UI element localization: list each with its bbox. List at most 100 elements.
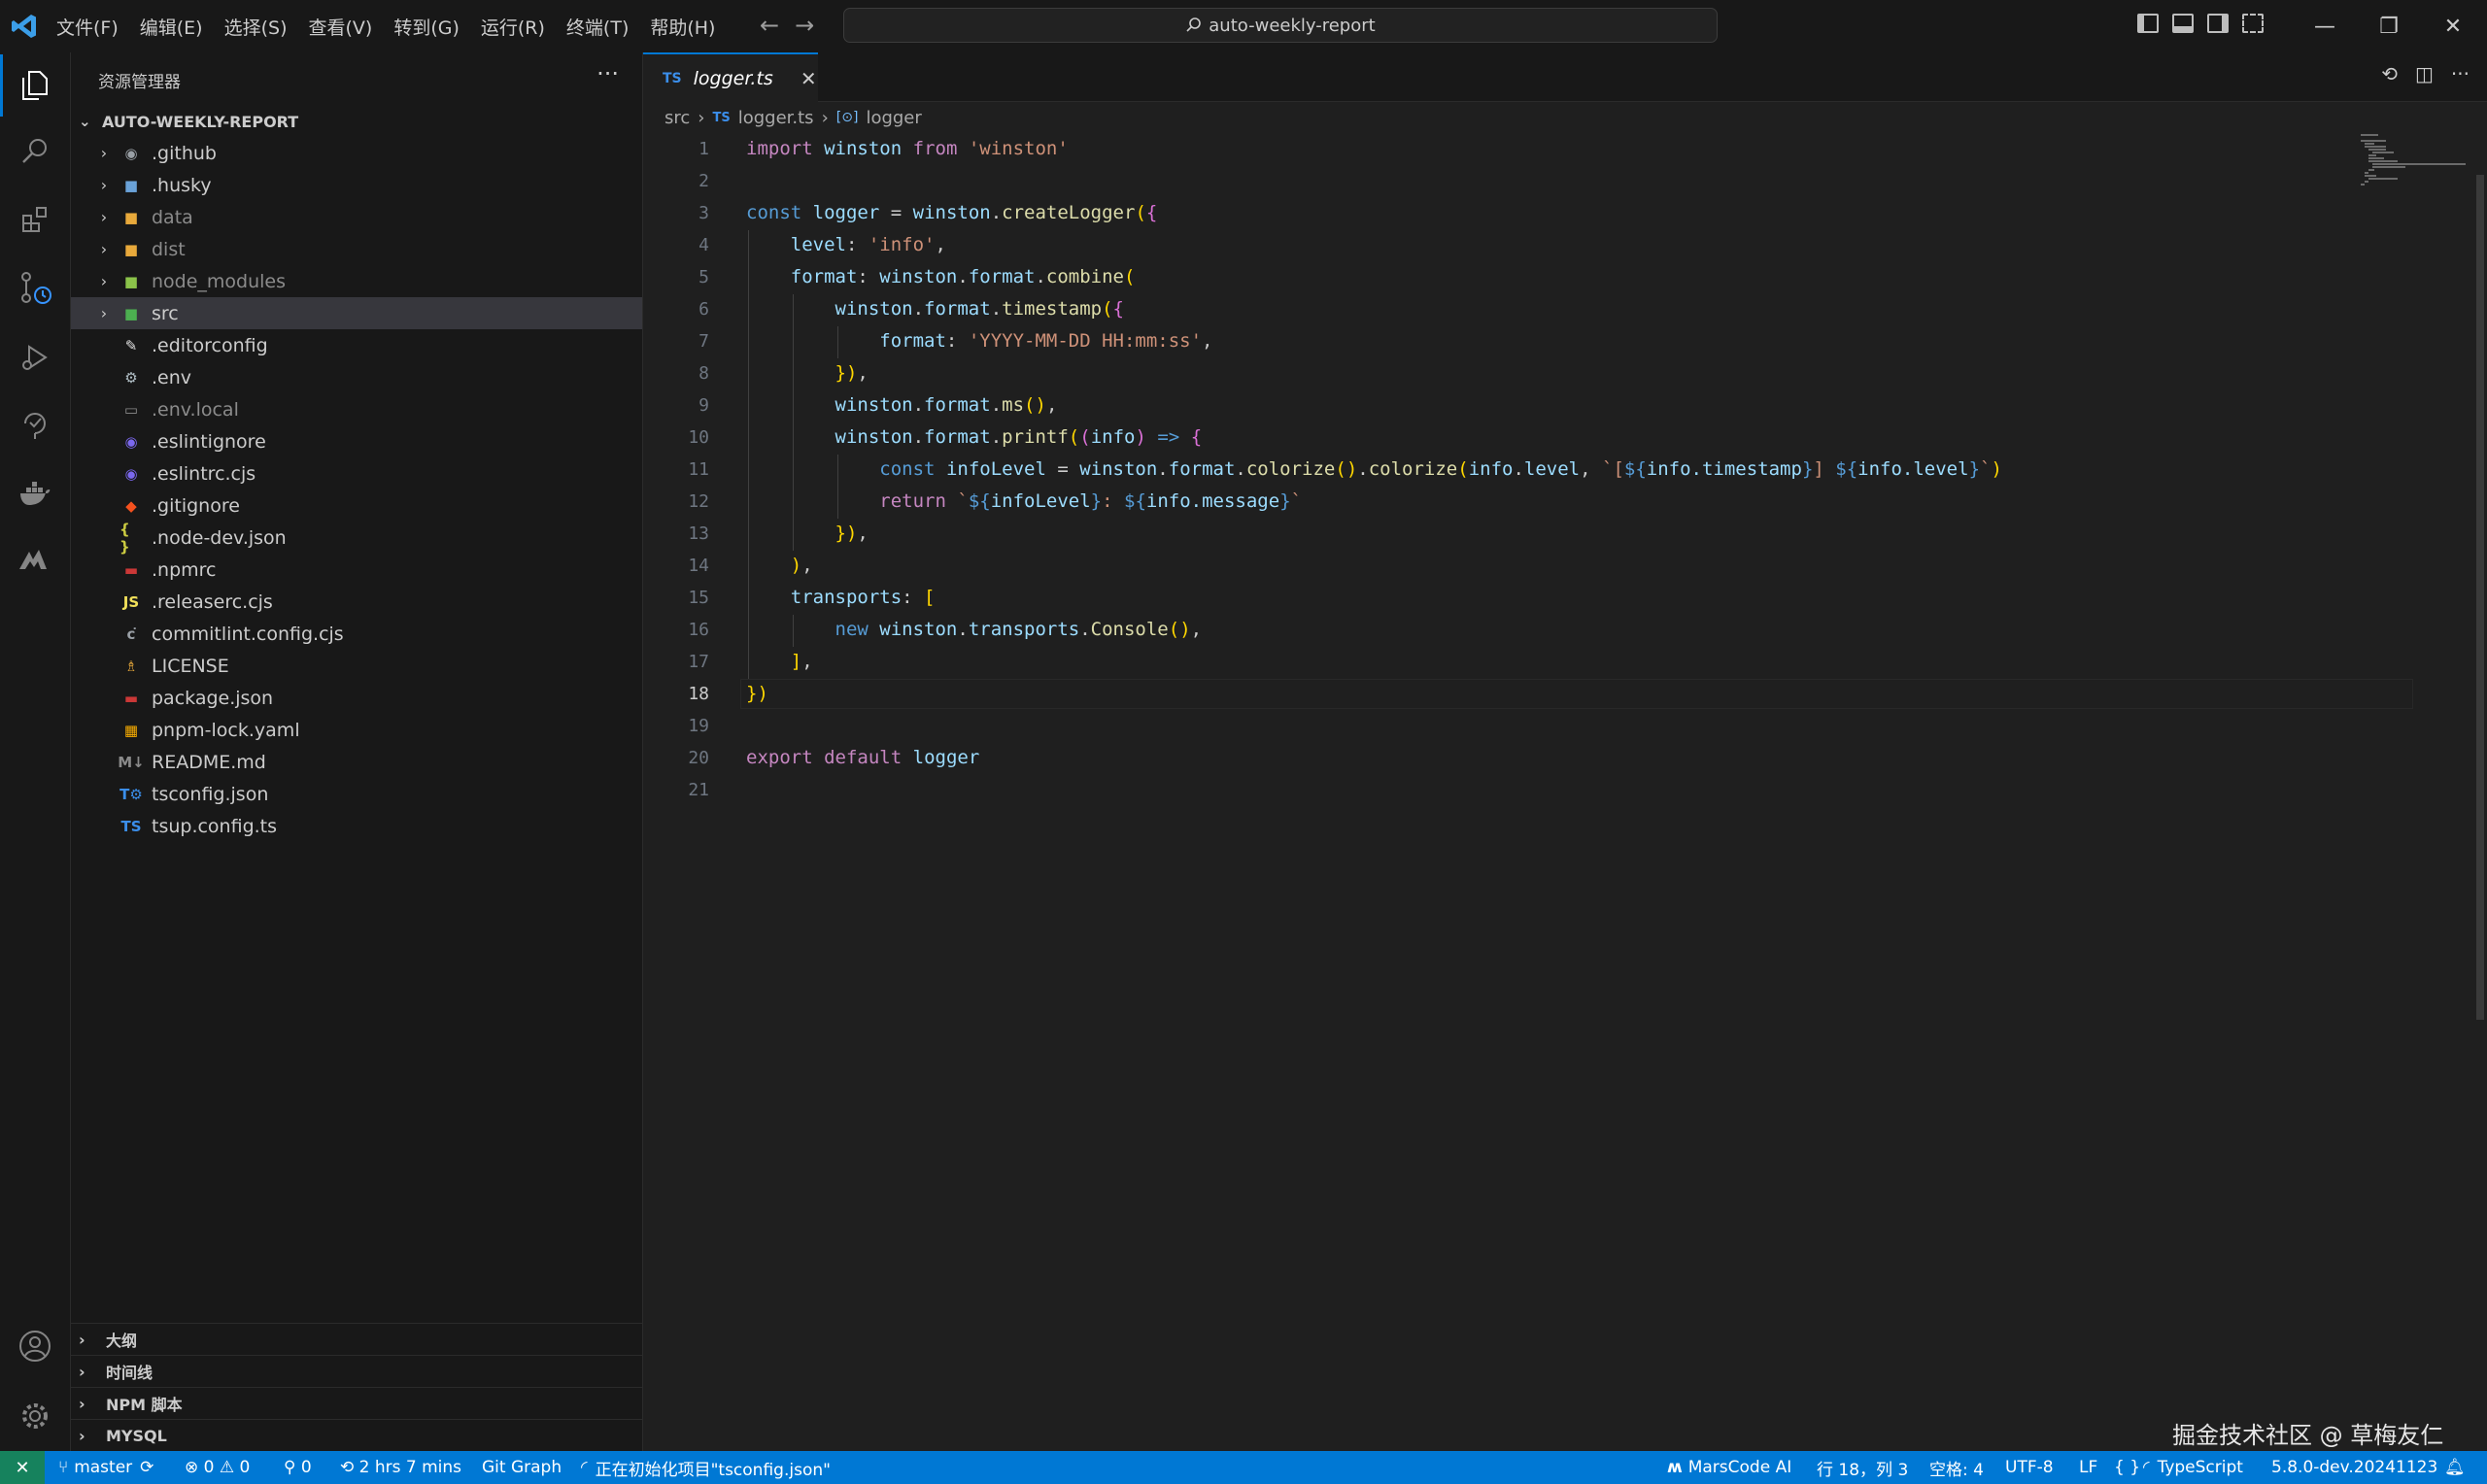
error-icon: ⊗ — [185, 1458, 199, 1477]
menu-item[interactable]: 查看(V) — [309, 14, 373, 40]
marscode-status[interactable]: ʍ MarsCode AI — [1667, 1451, 1791, 1484]
testing-icon[interactable] — [14, 404, 56, 447]
settings-gear-icon[interactable] — [14, 1395, 56, 1437]
error-count: 0 — [203, 1458, 215, 1477]
minimap[interactable] — [2355, 132, 2471, 190]
toggle-panel-icon[interactable] — [2172, 14, 2194, 33]
language-status-icon[interactable]: { } — [2114, 1451, 2140, 1484]
problems-status[interactable]: ⊗ 0 ⚠ 0 — [185, 1451, 250, 1484]
split-editor-icon[interactable]: ◫ — [2415, 62, 2434, 85]
encoding-status[interactable]: UTF-8 — [2005, 1451, 2054, 1484]
toggle-secondary-sidebar-icon[interactable] — [2207, 14, 2229, 33]
more-actions-icon[interactable]: ··· — [596, 60, 619, 87]
cursor-position[interactable]: 行 18，列 3 — [1817, 1451, 1908, 1484]
git-graph-button[interactable]: Git Graph — [482, 1451, 562, 1484]
tree-file-item[interactable]: ◆ .gitignore — [71, 489, 642, 522]
tree-file-item[interactable]: ▬ .npmrc — [71, 554, 642, 586]
restore-icon[interactable]: ❐ — [2357, 0, 2421, 52]
breadcrumb: src › TS logger.ts › [⊙] logger — [664, 105, 922, 130]
explorer-icon[interactable] — [0, 54, 56, 117]
source-control-icon[interactable] — [14, 266, 56, 309]
node-folder-icon: ■ — [123, 272, 139, 290]
customize-layout-icon[interactable] — [2242, 14, 2264, 33]
menu-item[interactable]: 编辑(E) — [140, 14, 203, 40]
chevron-right-icon: › — [100, 272, 108, 290]
breadcrumb-symbol[interactable]: logger — [866, 108, 921, 128]
menu-item[interactable]: 选择(S) — [224, 14, 288, 40]
tree-folder-item[interactable]: › ◉ .github — [71, 137, 642, 169]
eslint-icon: ◉ — [124, 432, 138, 451]
menu-item[interactable]: 转到(G) — [393, 14, 460, 40]
tree-file-item[interactable]: ◉ .eslintrc.cjs — [71, 457, 642, 489]
typescript-version[interactable]: 5.8.0-dev.20241123 — [2271, 1451, 2437, 1484]
chevron-right-icon: › — [79, 1362, 85, 1381]
tree-item-label: .eslintignore — [152, 430, 266, 453]
tree-folder-item[interactable]: › ■ dist — [71, 233, 642, 265]
code-line: transports: [ — [790, 587, 936, 608]
search-icon[interactable] — [14, 130, 56, 173]
ports-status[interactable]: ⚲ 0 — [284, 1451, 312, 1484]
tree-file-item[interactable]: { } .node-dev.json — [71, 520, 642, 556]
tree-file-item[interactable]: T⚙ tsconfig.json — [71, 778, 642, 810]
tree-file-item[interactable]: M↓ README.md — [71, 746, 642, 778]
close-tab-icon[interactable]: ✕ — [801, 67, 817, 90]
workspace-root-label: AUTO-WEEKLY-REPORT — [102, 112, 299, 131]
account-icon[interactable] — [14, 1325, 56, 1367]
sync-icon: ⟳ — [140, 1458, 154, 1477]
json-icon: { } — [119, 520, 130, 556]
tree-file-item[interactable]: ◉ .eslintignore — [71, 425, 642, 457]
menu-item[interactable]: 帮助(H) — [650, 14, 715, 40]
sidebar-panel-header[interactable]: › 时间线 — [71, 1355, 642, 1387]
tree-file-item[interactable]: ⚙ .env — [71, 361, 642, 393]
tree-folder-item[interactable]: › ■ node_modules — [71, 265, 642, 297]
tree-file-item[interactable]: JS .releaserc.cjs — [71, 586, 642, 618]
run-debug-icon[interactable] — [14, 336, 56, 379]
breadcrumb-file[interactable]: logger.ts — [738, 108, 814, 128]
forward-arrow-icon[interactable]: → — [795, 12, 814, 39]
file-tree: › ◉ .github › ■ .husky › ■ data › ■ dist › ■ node_modu… — [71, 137, 642, 842]
line-number: 7 — [698, 331, 709, 352]
tree-file-item[interactable]: ▬ package.json — [71, 682, 642, 714]
tree-file-item[interactable]: TS tsup.config.ts — [71, 810, 642, 842]
sidebar-panel-header[interactable]: › NPM 脚本 — [71, 1387, 642, 1419]
extensions-icon[interactable] — [14, 198, 56, 241]
sidebar-panel-header[interactable]: › 大纲 — [71, 1323, 642, 1355]
tab-logger-ts[interactable]: TS logger.ts ✕ — [643, 52, 818, 102]
sidebar-panel-header[interactable]: › MYSQL — [71, 1419, 642, 1451]
menu-item[interactable]: 运行(R) — [481, 14, 545, 40]
back-arrow-icon[interactable]: ← — [760, 12, 779, 39]
time-tracking-status[interactable]: ⟲ 2 hrs 7 mins — [340, 1451, 461, 1484]
tree-folder-item[interactable]: › ■ data — [71, 201, 642, 233]
notifications-bell-icon[interactable]: 🔔︎ — [2444, 1451, 2466, 1484]
tree-folder-item[interactable]: › ■ .husky — [71, 169, 642, 201]
eol-status[interactable]: LF — [2079, 1451, 2097, 1484]
chevron-right-icon: › — [100, 208, 108, 226]
menu-item[interactable]: 文件(F) — [56, 14, 119, 40]
tree-file-item[interactable]: ✎ .editorconfig — [71, 329, 642, 361]
tree-file-item[interactable]: ♗ LICENSE — [71, 650, 642, 682]
antenna-icon: ⚲ — [284, 1458, 296, 1477]
marscode-icon[interactable] — [14, 538, 56, 581]
workspace-root[interactable]: ⌄ AUTO-WEEKLY-REPORT — [71, 106, 642, 137]
more-actions-icon[interactable]: ··· — [2451, 62, 2470, 85]
timeline-history-icon[interactable]: ⟲ — [2381, 62, 2398, 85]
code-line: level: 'info', — [790, 234, 946, 255]
breadcrumb-folder[interactable]: src — [664, 108, 690, 128]
toggle-sidebar-icon[interactable] — [2137, 14, 2159, 33]
menu-item[interactable]: 终端(T) — [566, 14, 629, 40]
indentation-status[interactable]: 空格: 4 — [1929, 1451, 1984, 1484]
docker-icon[interactable] — [14, 472, 56, 515]
remote-indicator-icon[interactable]: ✕ — [0, 1451, 45, 1484]
tree-folder-item[interactable]: › ■ src — [71, 297, 642, 329]
tree-file-item[interactable]: ▭ .env.local — [71, 393, 642, 425]
line-number: 5 — [698, 267, 709, 287]
editor-scrollbar[interactable] — [2473, 101, 2487, 1022]
language-mode[interactable]: ◜ TypeScript — [2143, 1451, 2243, 1484]
chevron-down-icon: ⌄ — [79, 113, 91, 130]
minimize-icon[interactable]: — — [2293, 0, 2357, 52]
tree-file-item[interactable]: c͘ commitlint.config.cjs — [71, 618, 642, 650]
close-window-icon[interactable]: ✕ — [2421, 0, 2485, 52]
tree-file-item[interactable]: ▦ pnpm-lock.yaml — [71, 714, 642, 746]
branch-status[interactable]: ⑂ master ⟳ — [58, 1451, 153, 1484]
command-center[interactable]: auto-weekly-report — [843, 8, 1718, 43]
